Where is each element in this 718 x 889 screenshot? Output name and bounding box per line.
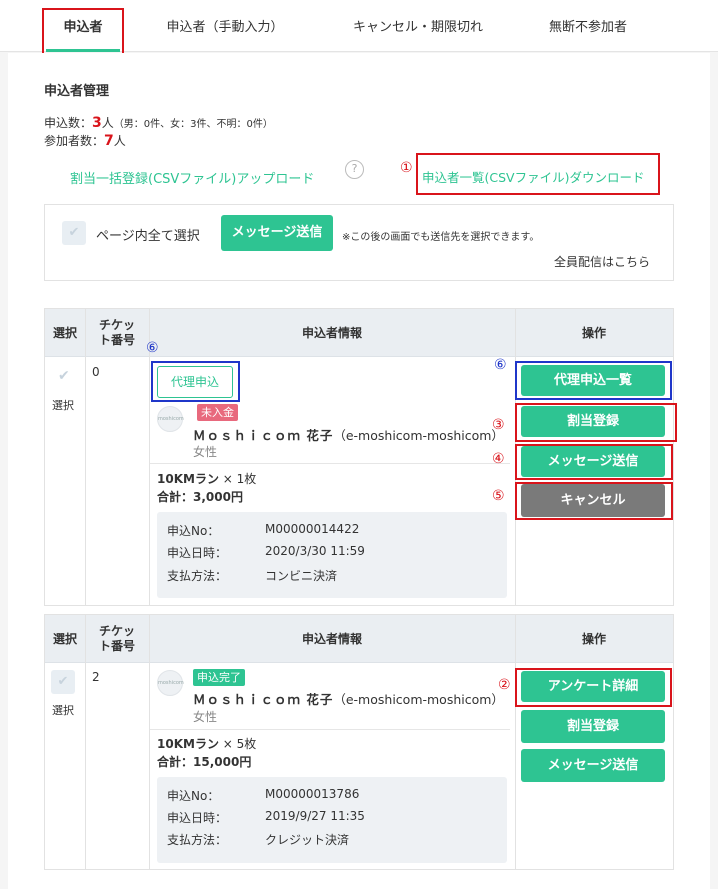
applicant-user-id: （e-moshicom-moshicom）: [333, 428, 504, 443]
application-count: 申込数：3人（男：0件、女：3件、不明：0件）: [44, 114, 273, 131]
avatar: moshicom: [157, 406, 184, 432]
detail-label: 申込日時：: [167, 811, 228, 825]
allocation-register-button[interactable]: 割当登録: [521, 406, 665, 437]
column-divider: [149, 615, 150, 869]
page-title: 申込者管理: [44, 84, 110, 99]
send-message-note: ※この後の画面でも送信先を選択できます。: [342, 232, 540, 243]
divider: [150, 729, 510, 730]
detail-label: 支払方法：: [167, 569, 228, 583]
header-applicant-info: 申込者情報: [301, 631, 362, 646]
header-ticket-no: チケット番号: [98, 624, 135, 653]
annotation-marker-6: ⑥: [494, 357, 507, 373]
detail-label: 申込No：: [167, 524, 220, 538]
applicant-name-line: Ｍｏｓｈｉｃｏｍ 花子（e-moshicom-moshicom）: [193, 425, 504, 444]
tab-cancelled-expired[interactable]: キャンセル・期限切れ: [340, 0, 496, 52]
tab-manual-entry[interactable]: 申込者（手動入力）: [150, 0, 300, 52]
header-applicant-info: 申込者情報: [301, 325, 362, 340]
detail-value: 2019/9/27 11:35: [265, 809, 365, 823]
annotation-marker-5: ⑤: [492, 488, 505, 504]
annotation-marker-6: ⑥: [146, 340, 159, 356]
participant-count: 参加者数：7人: [44, 132, 126, 149]
column-divider: [85, 615, 86, 869]
detail-value: M00000013786: [265, 787, 360, 801]
detail-value: クレジット決済: [265, 833, 350, 847]
applicant-gender: 女性: [193, 710, 218, 724]
send-message-button[interactable]: メッセージ送信: [521, 446, 665, 477]
total-line: 合計：15,000円: [157, 753, 251, 770]
application-breakdown: （男：0件、女：3件、不明：0件）: [113, 119, 273, 130]
detail-value: M00000014422: [265, 522, 360, 536]
applicant-gender: 女性: [193, 445, 218, 459]
ticket-item-line: 10KMラン × 1枚: [157, 470, 256, 487]
participant-count-prefix: 参加者数：: [44, 134, 105, 148]
ticket-item: 10KMラン: [157, 737, 219, 751]
row-check-icon[interactable]: ✔: [58, 368, 70, 384]
select-all-label: ページ内全て選択: [96, 229, 200, 244]
ticket-number: 0: [92, 365, 100, 379]
applicant-user-id: （e-moshicom-moshicom）: [333, 692, 504, 707]
header-ticket-no: チケット番号: [98, 318, 135, 347]
detail-value: コンビニ決済: [265, 569, 338, 583]
status-badge-completed: 申込完了: [193, 669, 245, 686]
applicant-name-line: Ｍｏｓｈｉｃｏｍ 花子（e-moshicom-moshicom）: [193, 689, 504, 708]
ticket-item: 10KMラン: [157, 472, 219, 486]
send-message-button[interactable]: メッセージ送信: [521, 749, 665, 782]
broadcast-link[interactable]: 全員配信はこちら: [554, 253, 650, 270]
survey-detail-button[interactable]: アンケート詳細: [521, 671, 665, 702]
table-header: 選択 チケット番号 申込者情報 操作: [45, 615, 673, 663]
annotation-box-tab: [42, 8, 124, 55]
divider: [150, 463, 510, 464]
table-header: 選択 チケット番号 申込者情報 操作: [45, 309, 673, 357]
annotation-marker-1: ①: [400, 160, 413, 176]
header-select: 選択: [52, 325, 77, 340]
applicant-name: Ｍｏｓｈｉｃｏｍ 花子: [193, 428, 334, 443]
header-actions: 操作: [581, 631, 606, 646]
total-amount: 15,000円: [193, 755, 252, 769]
ticket-number: 2: [92, 670, 100, 684]
annotation-marker-3: ③: [492, 417, 505, 433]
total-amount: 3,000円: [193, 490, 243, 504]
select-all-checkbox[interactable]: ✔: [62, 221, 86, 245]
send-message-button[interactable]: メッセージ送信: [221, 215, 333, 251]
annotation-marker-2: ②: [498, 677, 511, 693]
proxy-list-button[interactable]: 代理申込一覧: [521, 365, 665, 396]
detail-label: 申込日時：: [167, 546, 228, 560]
help-icon[interactable]: ?: [345, 160, 364, 179]
allocation-register-button[interactable]: 割当登録: [521, 710, 665, 743]
header-actions: 操作: [581, 325, 606, 340]
total-label: 合計：: [157, 490, 194, 504]
annotation-marker-4: ④: [492, 451, 505, 467]
row-select-label: 選択: [52, 704, 74, 717]
row-select-checkbox[interactable]: ✔: [51, 670, 75, 694]
csv-upload-link[interactable]: 割当一括登録(CSVファイル)アップロード: [70, 168, 314, 187]
participant-count-value: 7: [104, 133, 114, 149]
application-count-value: 3: [92, 115, 102, 131]
detail-value: 2020/3/30 11:59: [265, 544, 365, 558]
header-select: 選択: [52, 631, 77, 646]
tab-no-shows[interactable]: 無断不参加者: [530, 0, 646, 52]
application-count-prefix: 申込数：: [44, 116, 93, 130]
total-line: 合計：3,000円: [157, 488, 243, 505]
row-select-label: 選択: [52, 399, 74, 412]
proxy-application-button[interactable]: 代理申込: [157, 366, 233, 398]
column-divider: [85, 309, 86, 605]
application-count-unit: 人: [101, 116, 114, 130]
total-label: 合計：: [157, 755, 194, 769]
status-badge-unpaid: 未入金: [197, 404, 238, 421]
csv-download-link[interactable]: 申込者一覧(CSVファイル)ダウンロード: [422, 167, 644, 186]
cancel-button[interactable]: キャンセル: [521, 484, 665, 517]
column-divider: [515, 615, 516, 869]
detail-label: 申込No：: [167, 789, 220, 803]
ticket-qty: × 1枚: [218, 472, 257, 486]
detail-label: 支払方法：: [167, 833, 228, 847]
participant-count-unit: 人: [113, 134, 126, 148]
avatar: moshicom: [157, 670, 184, 696]
applicant-name: Ｍｏｓｈｉｃｏｍ 花子: [193, 692, 334, 707]
ticket-qty: × 5枚: [218, 737, 257, 751]
ticket-item-line: 10KMラン × 5枚: [157, 735, 256, 752]
